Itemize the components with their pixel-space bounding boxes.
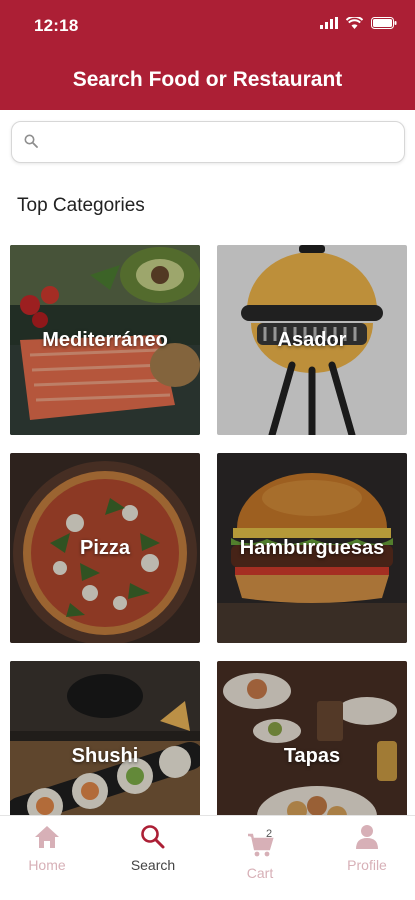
category-tile-pizza[interactable]: Pizza [10,453,200,643]
category-label: Hamburguesas [239,537,385,559]
search-bar[interactable] [11,121,405,163]
category-tile-mediterraneo[interactable]: Mediterráneo [10,245,200,435]
search-input[interactable] [48,130,388,156]
person-icon [327,824,407,853]
category-label: Asador [277,329,347,351]
status-time: 12:18 [34,16,79,35]
section-title: Top Categories [17,195,145,216]
category-label: Tapas [283,745,341,767]
search-icon [113,824,193,853]
cart-badge: 2 [266,828,273,840]
tab-search[interactable]: Search [113,824,193,873]
tab-cart[interactable]: 2 Cart [220,824,300,881]
category-tile-hamburguesas[interactable]: Hamburguesas [217,453,407,643]
wifi-icon [345,15,364,34]
tab-profile[interactable]: Profile [327,824,407,873]
category-tile-asador[interactable]: Asador [217,245,407,435]
category-label: Shushi [71,745,139,767]
tab-label: Cart [246,865,274,881]
battery-icon [371,16,397,34]
tab-label: Search [130,857,176,873]
app-header: 12:18 Search Food or Restaurant [0,0,415,110]
tab-home[interactable]: Home [7,824,87,873]
search-icon [24,134,38,153]
tab-label: Home [28,857,66,873]
home-icon [7,824,87,853]
category-label: Mediterráneo [42,329,168,351]
tab-label: Profile [347,857,387,873]
cart-icon [220,832,300,861]
signal-icon [320,16,338,34]
status-icons [320,15,397,34]
tab-bar: Home Search 2 Cart Profile [0,815,415,900]
page-title: Search Food or Restaurant [72,68,343,91]
category-label: Pizza [79,537,131,559]
